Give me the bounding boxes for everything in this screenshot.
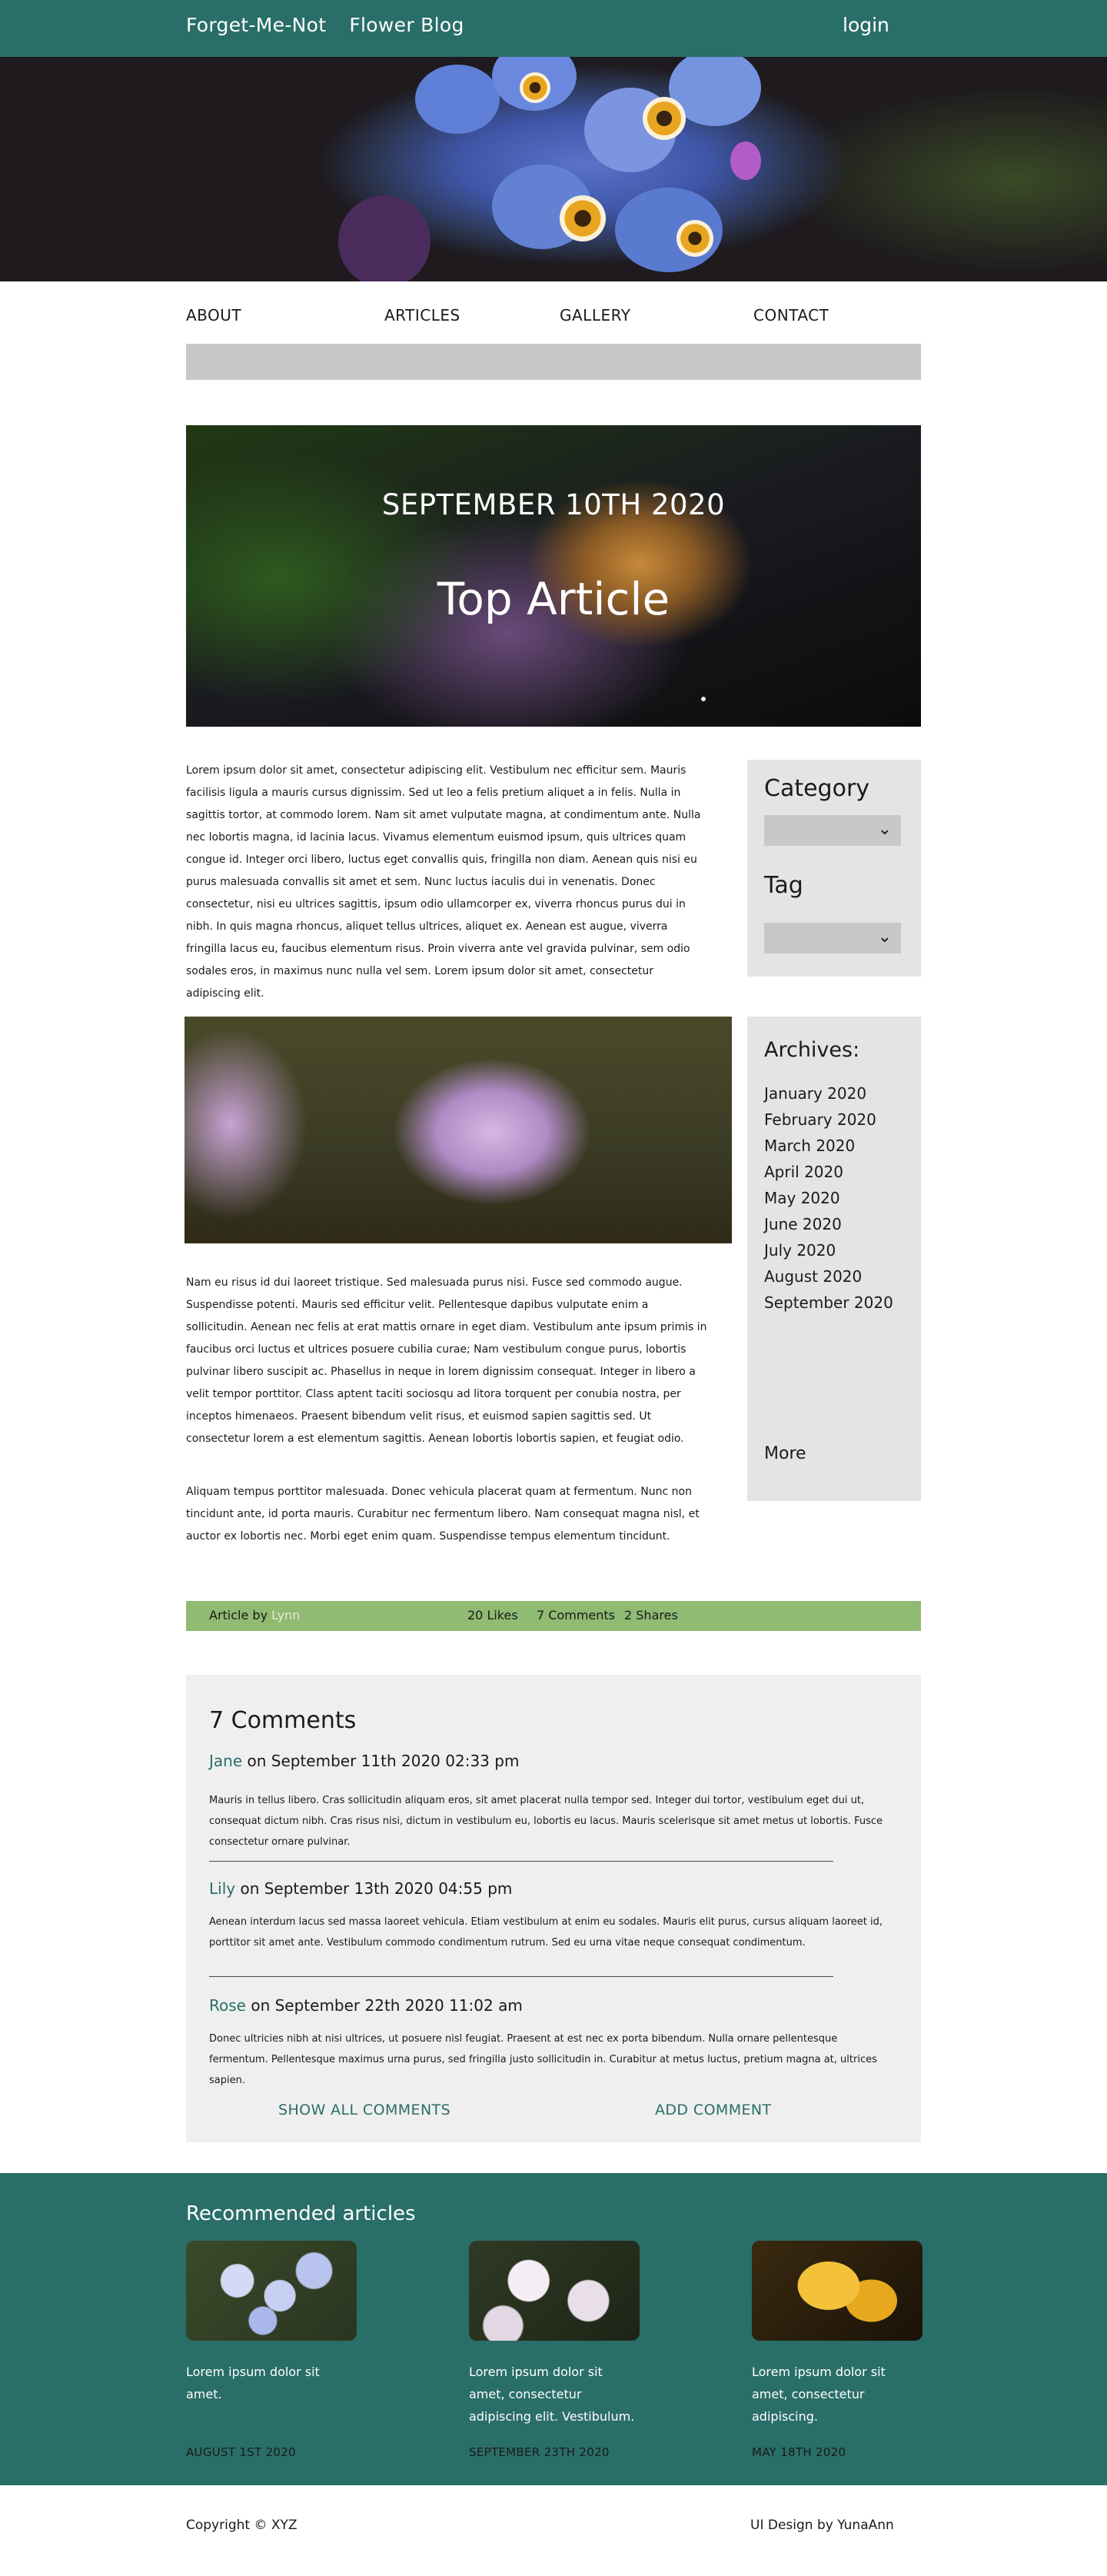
article-paragraph: Nam eu risus id dui laoreet tristique. S… [186,1276,707,1445]
nav-underbar [186,344,921,380]
archive-month-link[interactable]: February 2020 [764,1110,876,1129]
article-meta-bar: Article by Lynn 20 Likes 7 Comments 2 Sh… [186,1601,921,1631]
nav-gallery[interactable]: GALLERY [560,306,630,324]
nav-articles[interactable]: ARTICLES [384,306,460,324]
comment-header: Rose on September 22th 2020 11:02 am [209,1996,523,2015]
recommended-date: MAY 18TH 2020 [752,2445,846,2459]
comment-author-link[interactable]: Lily [209,1879,235,1898]
author-link[interactable]: Lynn [271,1608,300,1622]
tag-label: Tag [764,872,803,899]
show-all-comments-button[interactable]: SHOW ALL COMMENTS [278,2102,450,2118]
recommended-date: AUGUST 1ST 2020 [186,2445,296,2459]
recommended-image[interactable] [752,2241,922,2341]
brand-name: Forget-Me-Not [186,14,327,36]
archive-month-link[interactable]: September 2020 [764,1293,893,1312]
shares-count[interactable]: 2 Shares [624,1608,678,1622]
archive-month-link[interactable]: April 2020 [764,1163,843,1181]
archive-month-link[interactable]: March 2020 [764,1137,855,1155]
comment-date: on September 22th 2020 11:02 am [251,1996,523,2015]
footer-copyright: Copyright © XYZ [186,2518,298,2533]
top-article-title: Top Article [437,573,670,625]
comment-date: on September 13th 2020 04:55 pm [240,1879,513,1898]
filter-panel: Category ⌄ Tag ⌄ [747,760,921,977]
comment-divider [209,1861,833,1862]
archives-title: Archives: [764,1038,860,1062]
category-label: Category [764,775,870,802]
login-link[interactable]: login [843,14,889,36]
tag-select[interactable]: ⌄ [764,923,901,954]
comments-title: 7 Comments [209,1707,357,1734]
recommended-text[interactable]: Lorem ipsum dolor sit amet. [186,2361,357,2405]
article-author: Article by Lynn [209,1608,300,1622]
hero-flower-center [560,195,606,241]
top-bar: Forget-Me-Not Flower Blog login [0,0,1107,57]
hero-bud [730,141,761,180]
comment-author-link[interactable]: Jane [209,1752,242,1770]
comment-date: on September 11th 2020 02:33 pm [247,1752,520,1770]
hero-flower-center [520,72,550,103]
brand-suffix: Flower Blog [349,14,464,36]
hero-flower-center [676,220,713,257]
top-article-banner[interactable]: SEPTEMBER 10TH 2020 Top Article [186,425,921,727]
article-image [184,1017,732,1243]
top-article-date: SEPTEMBER 10TH 2020 [381,488,726,521]
comment-author-link[interactable]: Rose [209,1996,246,2015]
comment-divider [209,1976,833,1977]
chevron-down-icon: ⌄ [877,927,892,947]
comment-text: Mauris in tellus libero. Cras sollicitud… [209,1795,883,1848]
archive-month-link[interactable]: June 2020 [764,1215,842,1233]
archive-month-link[interactable]: January 2020 [764,1084,866,1103]
comment-text: Aenean interdum lacus sed massa laoreet … [209,1916,883,1949]
recommended-image[interactable] [469,2241,640,2341]
comments-section: 7 Comments Jane on September 11th 2020 0… [186,1675,921,2142]
nav-contact[interactable]: CONTACT [753,306,829,324]
article-paragraph: Lorem ipsum dolor sit amet, consectetur … [186,764,701,1000]
recommended-image[interactable] [186,2241,357,2341]
article-by-label: Article by [209,1608,268,1622]
chevron-down-icon: ⌄ [877,820,892,839]
hero-petal [338,195,430,281]
recommended-title: Recommended articles [186,2202,416,2225]
article-paragraph: Aliquam tempus porttitor malesuada. Done… [186,1486,700,1543]
footer: Copyright © XYZ UI Design by YunaAnn [0,2485,1107,2576]
hero-petal [415,65,500,134]
nav-about[interactable]: ABOUT [186,306,241,324]
category-select[interactable]: ⌄ [764,815,901,846]
comment-text: Donec ultricies nibh at nisi ultrices, u… [209,2033,877,2086]
footer-credit: UI Design by YunaAnn [750,2518,894,2533]
comments-count[interactable]: 7 Comments [537,1608,615,1622]
recommended-text[interactable]: Lorem ipsum dolor sit amet, consectetur … [469,2361,640,2428]
brand-logo[interactable]: Forget-Me-Not Flower Blog [186,14,487,36]
likes-count[interactable]: 20 Likes [467,1608,518,1622]
archives-more-link[interactable]: More [764,1444,806,1463]
archive-month-link[interactable]: August 2020 [764,1267,862,1286]
archives-panel: Archives: January 2020 February 2020 Mar… [747,1017,921,1501]
recommended-text[interactable]: Lorem ipsum dolor sit amet, consectetur … [752,2361,922,2428]
recommended-date: SEPTEMBER 23TH 2020 [469,2445,610,2459]
hero-flower-center [643,97,686,140]
add-comment-button[interactable]: ADD COMMENT [655,2102,772,2118]
carousel-dot[interactable] [701,697,706,701]
archive-month-link[interactable]: July 2020 [764,1241,836,1260]
main-nav: ABOUT ARTICLES GALLERY CONTACT [186,306,921,329]
hero-banner-image [0,57,1107,281]
comment-header: Jane on September 11th 2020 02:33 pm [209,1752,519,1770]
archive-month-link[interactable]: May 2020 [764,1189,840,1207]
recommended-section: Recommended articles Lorem ipsum dolor s… [0,2173,1107,2485]
comment-header: Lily on September 13th 2020 04:55 pm [209,1879,512,1898]
